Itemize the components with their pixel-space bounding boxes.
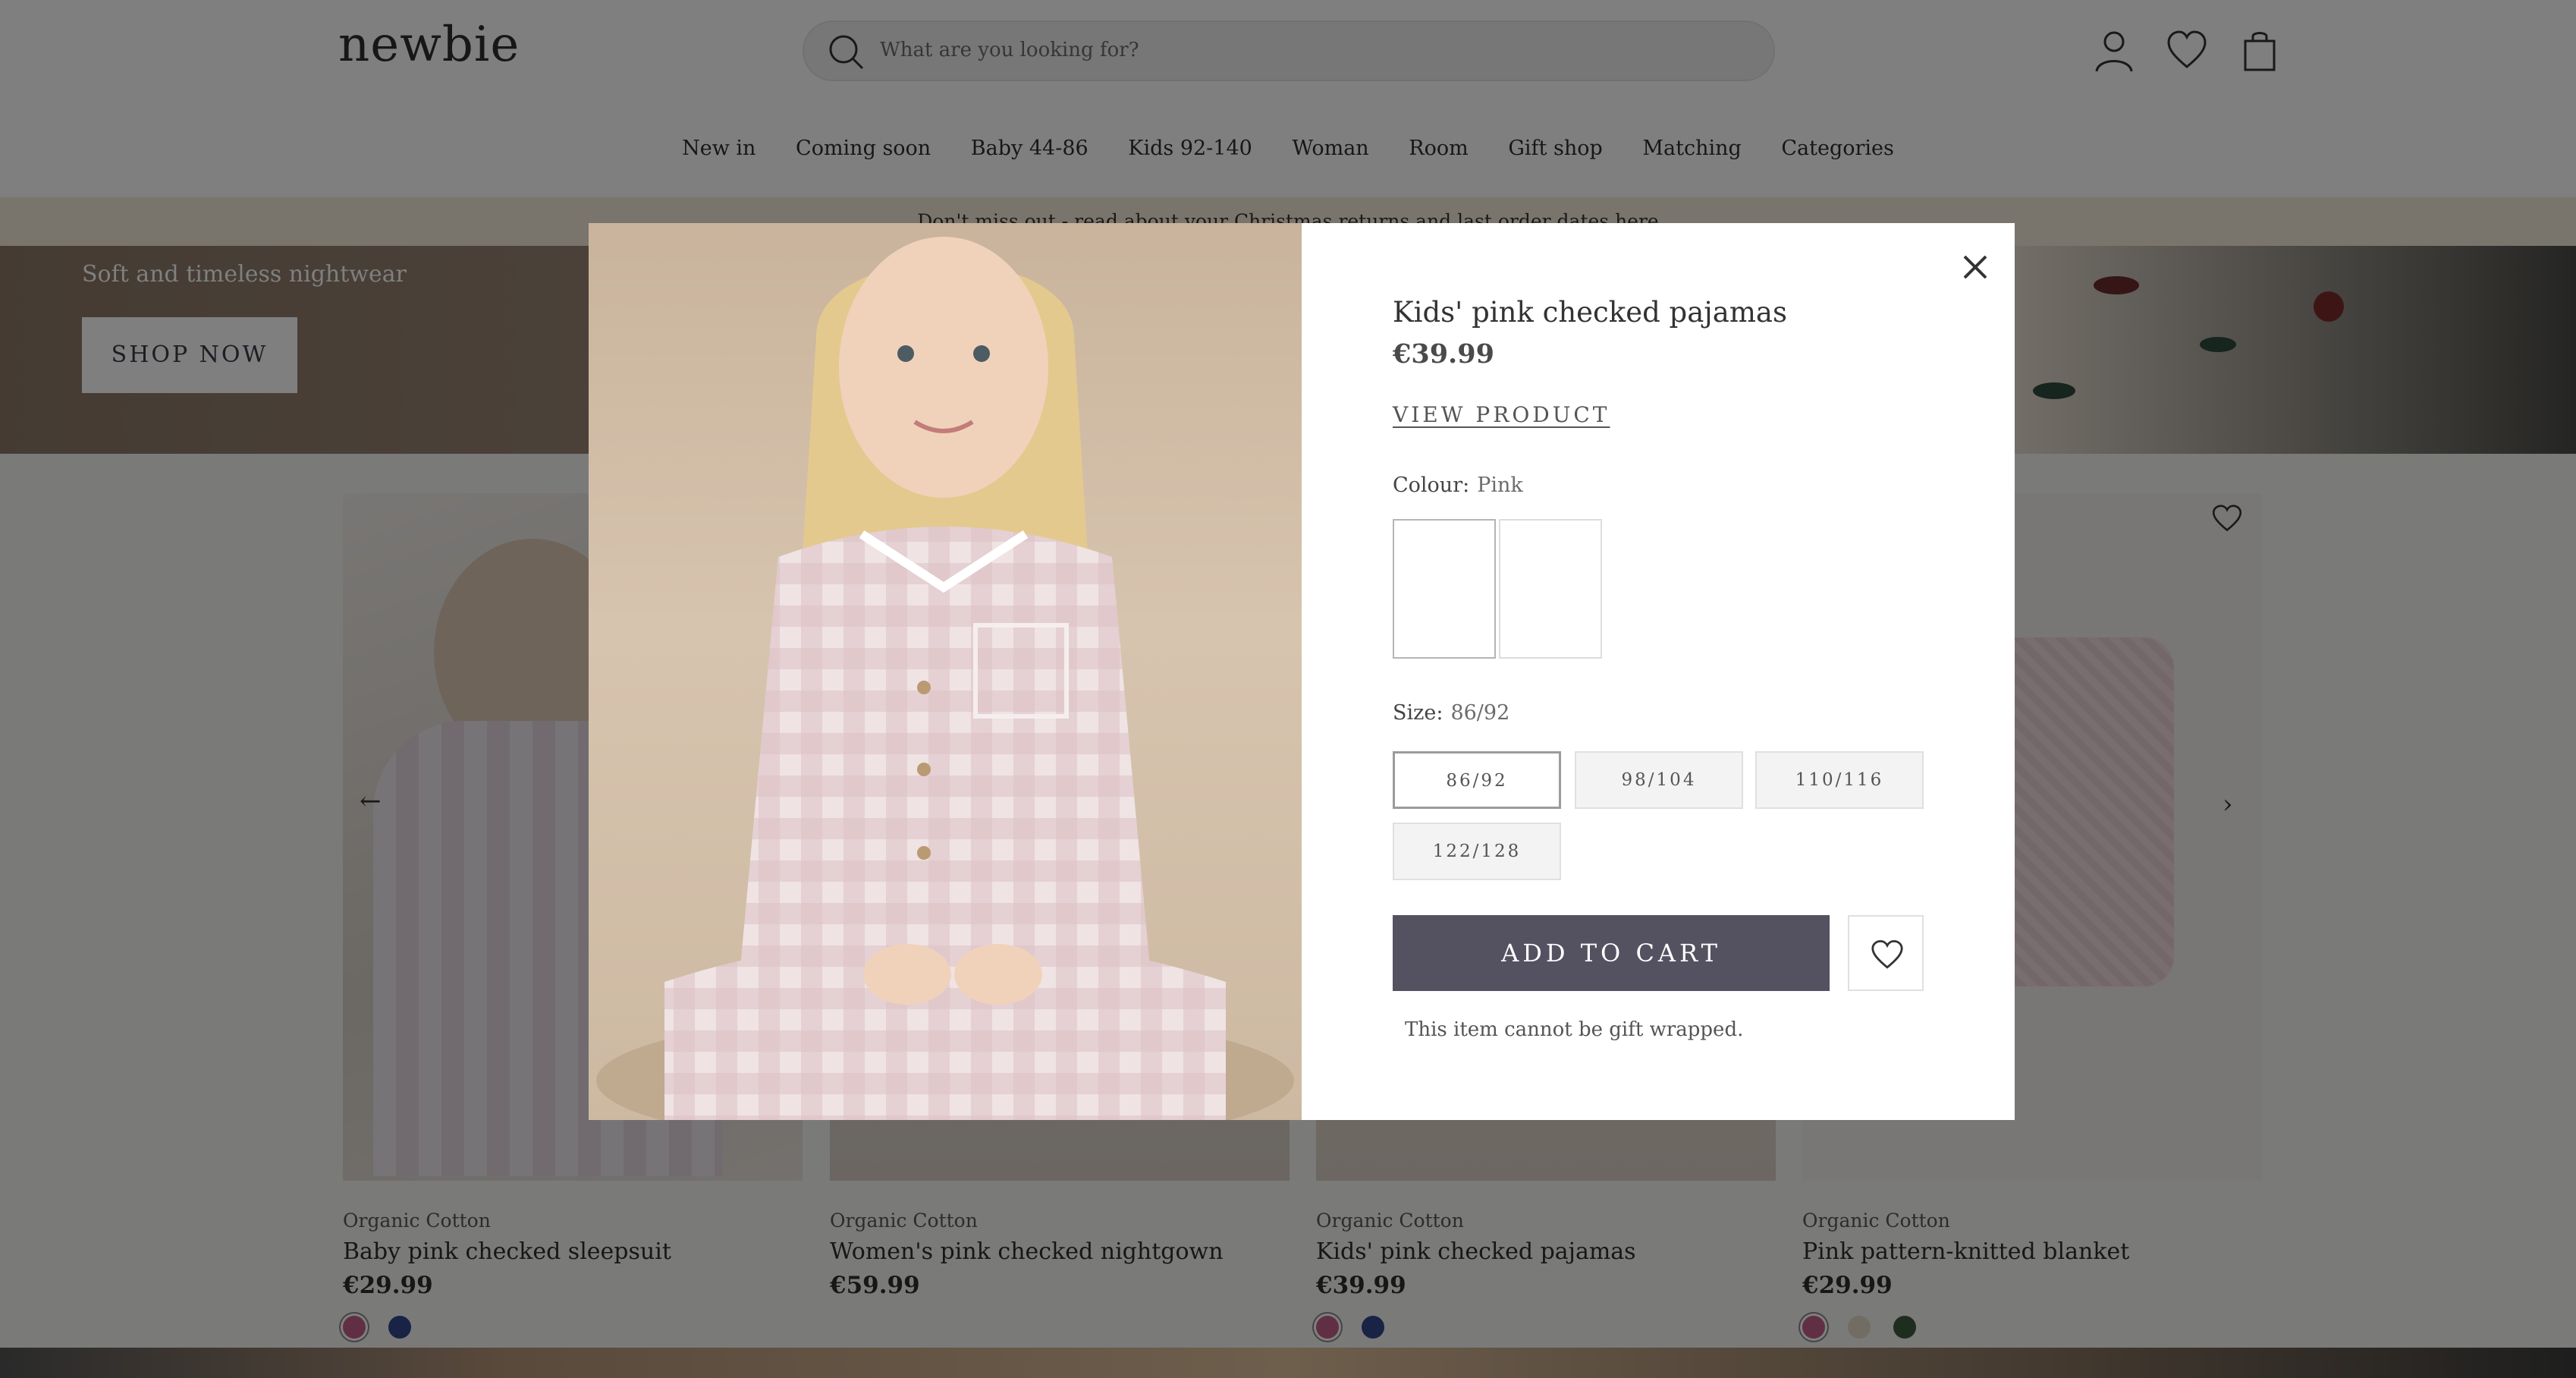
view-product-link[interactable]: VIEW PRODUCT: [1393, 402, 1610, 427]
size-option[interactable]: 122/128: [1393, 823, 1561, 880]
quick-view-modal: Kids' pink checked pajamas €39.99 VIEW P…: [589, 223, 2015, 1120]
colour-value: Pink: [1477, 473, 1523, 497]
footer-image-strip: [0, 1348, 2576, 1378]
size-value: 86/92: [1450, 701, 1510, 725]
child-pajamas-illustration: [596, 237, 1294, 1120]
close-icon[interactable]: [1954, 246, 1996, 288]
colour-thumbnail-blue[interactable]: [1499, 519, 1602, 659]
product-image: [589, 223, 1302, 1120]
colour-label: Colour: Pink: [1393, 473, 1523, 497]
colour-label-text: Colour:: [1393, 473, 1470, 497]
size-option[interactable]: 98/104: [1575, 751, 1743, 809]
size-option[interactable]: 110/116: [1755, 751, 1924, 809]
size-option[interactable]: 86/92: [1393, 751, 1561, 809]
size-label-text: Size:: [1393, 701, 1444, 725]
modal-product-title: Kids' pink checked pajamas: [1393, 296, 1787, 329]
colour-thumbnail-pink[interactable]: [1393, 519, 1496, 659]
gift-wrap-note: This item cannot be gift wrapped.: [1405, 1018, 1744, 1041]
heart-icon: [1871, 939, 1903, 969]
add-to-cart-button[interactable]: ADD TO CART: [1393, 915, 1830, 991]
add-to-wishlist-button[interactable]: [1848, 915, 1924, 991]
modal-product-price: €39.99: [1393, 338, 1494, 370]
size-label: Size: 86/92: [1393, 701, 1509, 725]
